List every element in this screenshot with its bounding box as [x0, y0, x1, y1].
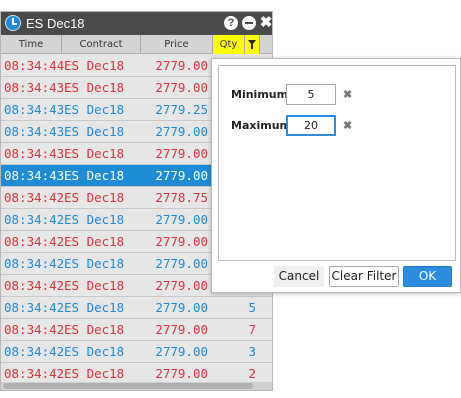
time-cell: 08:34:43: [4, 124, 65, 139]
price-cell: 2779.00: [155, 168, 208, 183]
minimum-label: Minimum:: [231, 88, 293, 101]
contract-cell: ES Dec18: [64, 102, 125, 117]
clear-filter-button[interactable]: Clear Filter: [329, 266, 399, 287]
price-cell: 2779.25: [155, 102, 208, 117]
maximum-label: Maximum: [231, 119, 291, 132]
time-cell: 08:34:42: [4, 234, 65, 249]
close-icon[interactable]: ✖: [259, 15, 272, 30]
column-header-contract[interactable]: Contract: [62, 35, 141, 54]
price-cell: 2779.00: [155, 146, 208, 161]
time-cell: 08:34:42: [4, 278, 65, 293]
time-cell: 08:34:43: [4, 146, 65, 161]
contract-cell: ES Dec18: [64, 300, 125, 315]
price-cell: 2779.00: [155, 344, 208, 359]
help-icon[interactable]: ?: [224, 16, 238, 30]
time-cell: 08:34:42: [4, 212, 65, 227]
contract-cell: ES Dec18: [64, 58, 125, 73]
contract-cell: ES Dec18: [64, 190, 125, 205]
clear-minimum-icon[interactable]: ✖: [343, 88, 352, 101]
price-cell: 2779.00: [155, 58, 208, 73]
price-cell: 2779.00: [155, 300, 208, 315]
column-header-time[interactable]: Time: [1, 35, 62, 54]
time-cell: 08:34:43: [4, 80, 65, 95]
price-cell: 2779.00: [155, 124, 208, 139]
contract-cell: ES Dec18: [64, 80, 125, 95]
table-row[interactable]: 08:34:42 ES Dec18 2779.00 7: [1, 319, 272, 341]
time-cell: 08:34:44: [4, 58, 65, 73]
contract-cell: ES Dec18: [64, 124, 125, 139]
qty-cell: 7: [248, 322, 256, 337]
qty-cell: 5: [248, 300, 256, 315]
horizontal-scrollbar[interactable]: [1, 382, 272, 390]
price-cell: 2779.00: [155, 366, 208, 381]
contract-cell: ES Dec18: [64, 278, 125, 293]
contract-cell: ES Dec18: [64, 234, 125, 249]
price-cell: 2779.00: [155, 256, 208, 271]
time-cell: 08:34:42: [4, 344, 65, 359]
price-cell: 2779.00: [155, 234, 208, 249]
price-cell: 2779.00: [155, 322, 208, 337]
cancel-button[interactable]: Cancel: [274, 266, 324, 287]
table-row[interactable]: 08:34:42 ES Dec18 2779.00 5: [1, 297, 272, 319]
time-cell: 08:34:42: [4, 366, 65, 381]
contract-cell: ES Dec18: [64, 366, 125, 381]
clear-maximum-icon[interactable]: ✖: [343, 119, 352, 132]
time-cell: 08:34:42: [4, 322, 65, 337]
price-cell: 2779.00: [155, 80, 208, 95]
clock-icon: [5, 15, 21, 31]
table-row[interactable]: 08:34:42 ES Dec18 2779.00 3: [1, 341, 272, 363]
filter-fields-panel: Minimum: ✖ Maximum ✖: [218, 65, 456, 261]
qty-cell: 2: [248, 366, 256, 381]
ok-button[interactable]: OK: [403, 266, 452, 287]
qty-filter-popup: Minimum: ✖ Maximum ✖ Cancel Clear Filter…: [211, 58, 461, 293]
time-cell: 08:34:42: [4, 300, 65, 315]
contract-cell: ES Dec18: [64, 146, 125, 161]
contract-cell: ES Dec18: [64, 344, 125, 359]
scrollbar-thumb[interactable]: [3, 383, 253, 389]
price-cell: 2779.00: [155, 212, 208, 227]
time-cell: 08:34:43: [4, 102, 65, 117]
contract-cell: ES Dec18: [64, 322, 125, 337]
filter-icon[interactable]: [245, 35, 260, 54]
contract-cell: ES Dec18: [64, 212, 125, 227]
window-title: ES Dec18: [26, 16, 85, 31]
price-cell: 2779.00: [155, 278, 208, 293]
maximum-input[interactable]: [286, 115, 336, 136]
column-header-price[interactable]: Price: [141, 35, 213, 54]
time-cell: 08:34:42: [4, 256, 65, 271]
contract-cell: ES Dec18: [64, 168, 125, 183]
minimize-icon[interactable]: [242, 16, 256, 30]
table-header: Time Contract Price Qty: [1, 35, 272, 54]
title-bar[interactable]: ES Dec18 ? ✖: [1, 12, 272, 35]
minimum-input[interactable]: [286, 84, 336, 105]
price-cell: 2778.75: [155, 190, 208, 205]
qty-cell: 3: [248, 344, 256, 359]
column-header-qty[interactable]: Qty: [213, 35, 245, 54]
contract-cell: ES Dec18: [64, 256, 125, 271]
time-cell: 08:34:43: [4, 168, 65, 183]
time-cell: 08:34:42: [4, 190, 65, 205]
